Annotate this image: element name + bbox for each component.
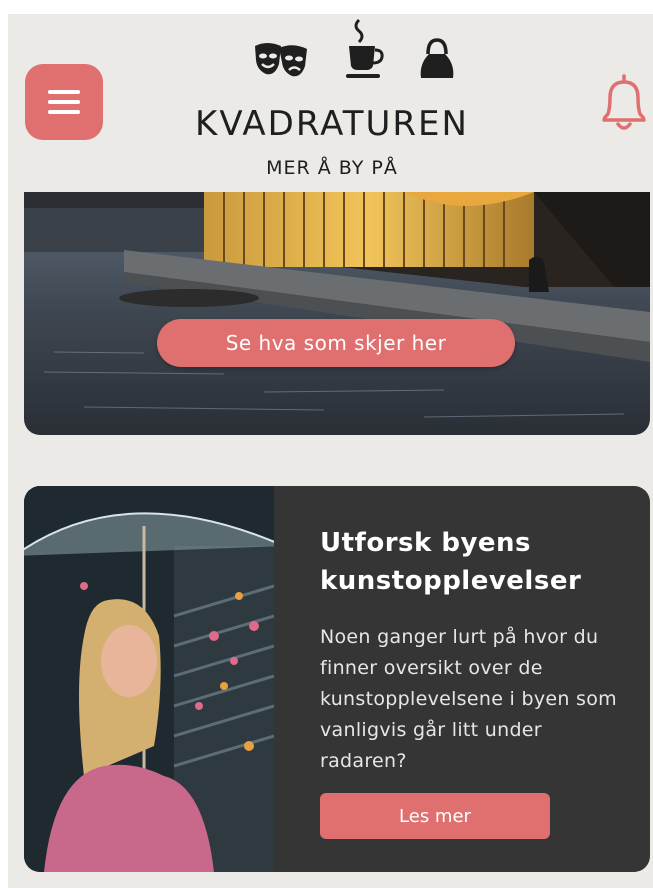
hero-banner: Se hva som skjer her [24, 192, 650, 435]
site-logo[interactable]: KVADRATUREN [8, 104, 653, 144]
hero-image [24, 192, 650, 435]
site-tagline: MER Å BY PÅ [266, 157, 398, 179]
hero-cta-button[interactable]: Se hva som skjer her [157, 319, 515, 367]
card-title: Utforsk byens kunstopplevelser [320, 528, 582, 596]
card-image [24, 486, 274, 872]
handbag-icon[interactable] [417, 36, 457, 80]
coffee-cup-icon[interactable] [345, 18, 385, 80]
card-description: Noen ganger lurt på hvor du finner overs… [320, 626, 617, 772]
theater-masks-icon[interactable] [253, 40, 309, 80]
feature-card: Utforsk byens kunstopplevelser Noen gang… [24, 486, 650, 872]
hamburger-menu-icon [48, 90, 80, 94]
category-icons [253, 18, 458, 80]
app-screen: KVADRATUREN MER Å BY PÅ Se hva som skjer… [8, 14, 653, 888]
read-more-button[interactable]: Les mer [320, 793, 550, 839]
